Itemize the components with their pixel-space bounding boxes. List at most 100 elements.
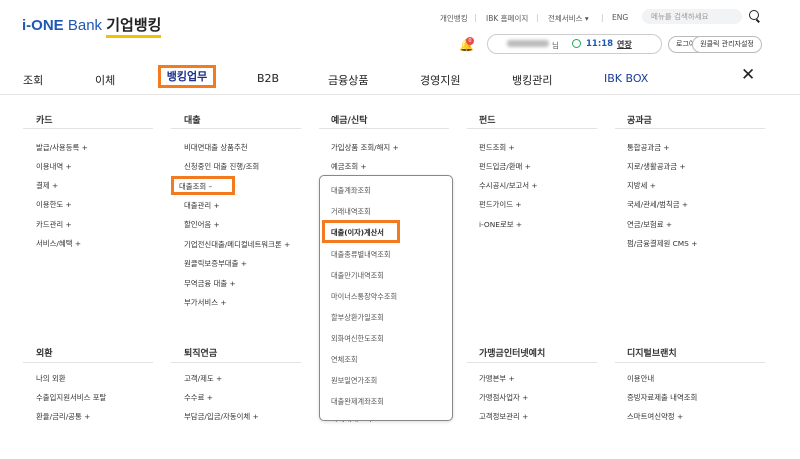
menu-heading-fund: 펀드 [479,116,496,126]
menu-item[interactable]: 발급/사용등록 + [36,142,88,153]
notification-badge: 0 [466,37,474,45]
menu-heading-pension: 퇴직연금 [184,349,218,359]
submenu-item[interactable]: 대출만기내역조회 [331,271,384,281]
column-divider [171,362,301,363]
menu-item[interactable]: 고객/제도 + [184,373,222,384]
gnb-item-banking-admin[interactable]: 뱅킹관리 [512,72,552,88]
submenu-item[interactable]: 원보일연가조회 [331,376,377,386]
search-icon[interactable] [749,10,759,20]
admin-setting-button[interactable]: 원클릭 관리자설정 [692,36,762,53]
menu-heading-deposit: 예금/신탁 [331,116,368,126]
menu-item[interactable]: 이용한도 + [36,199,72,210]
menu-item[interactable]: 지방세 + [627,180,656,191]
masked-username [507,40,549,47]
menu-item[interactable]: 부가서비스 + [184,297,227,308]
logo-bank: Bank [67,17,103,34]
column-divider [615,362,765,363]
menu-item[interactable]: 지로/생활공과금 + [627,161,686,172]
column-divider [467,128,597,129]
util-separator: | [536,13,539,22]
submenu-item[interactable]: 대출완제계좌조회 [331,397,384,407]
gnb-divider [0,94,800,95]
bell-icon[interactable]: 🔔 0 [459,37,474,52]
menu-item[interactable]: 할인어음 + [184,219,220,230]
menu-item[interactable]: 무역금융 대출 + [184,278,236,289]
gnb-item-ibkbox[interactable]: IBK BOX [604,72,648,85]
menu-item[interactable]: 연금/보험료 + [627,219,672,230]
menu-heading-franchise: 가맹금인터넷예치 [479,349,546,359]
menu-item[interactable]: 통합공과금 + [627,142,670,153]
menu-item[interactable]: 환율/금리/공통 + [36,411,90,422]
menu-item[interactable]: 결제 + [36,180,58,191]
menu-item[interactable]: 나의 외환 [36,373,66,384]
util-separator: | [601,13,604,22]
submenu-item[interactable]: 거래내역조회 [331,207,371,217]
gnb-item-banking-active[interactable]: 뱅킹업무 [158,65,216,88]
menu-heading-fx: 외환 [36,349,53,359]
menu-item[interactable]: 펌/금융결제원 CMS + [627,238,697,249]
menu-item[interactable]: 카드관리 + [36,219,72,230]
gnb-item-inquiry[interactable]: 조회 [23,72,43,88]
menu-item[interactable]: 서비스/혜택 + [36,238,81,249]
highlight-box-loan-inquiry [171,176,235,195]
menu-item[interactable]: 수수료 + [184,392,213,403]
gnb-item-transfer[interactable]: 이체 [95,72,115,88]
menu-item[interactable]: 펀드입금/환매 + [479,161,531,172]
column-divider [23,362,153,363]
menu-item[interactable]: 이용내역 + [36,161,72,172]
gnb-item-b2b[interactable]: B2B [257,72,279,85]
gnb-item-products[interactable]: 금융상품 [328,72,368,88]
submenu-item[interactable]: 할부상환가일조회 [331,313,384,323]
column-divider [467,362,597,363]
menu-item[interactable]: 이용안내 [627,373,654,384]
menu-item[interactable]: 신청중인 대출 진행/조회 [184,161,259,172]
menu-search-input[interactable]: 메뉴를 검색하세요 [642,9,742,24]
menu-item[interactable]: 수출입지원서비스 포탈 [36,392,106,403]
menu-item[interactable]: 대출관리 + [184,200,220,211]
column-divider [23,128,153,129]
menu-item[interactable]: 비대면대출 상품추천 [184,142,248,153]
user-suffix: 님 [552,41,559,50]
menu-item[interactable]: 수시공시/보고서 + [479,180,538,191]
menu-heading-utility: 공과금 [627,116,652,126]
column-divider [171,128,301,129]
menu-item[interactable]: 국세/관세/범칙금 + [627,199,688,210]
timer-icon [572,39,581,48]
menu-item[interactable]: 증빙자료제출 내역조회 [627,392,697,403]
menu-heading-digital: 디지털브랜치 [627,349,677,359]
menu-item[interactable]: 가입상품 조회/해지 + [331,142,399,153]
logo-corp: 기업뱅킹 [106,17,162,38]
menu-heading-loan: 대출 [184,116,201,126]
extend-session-button[interactable]: 연장 [617,39,632,50]
menu-item[interactable]: 기업전신대출/메디컬네트워크론 + [184,239,290,250]
menu-item[interactable]: i-ONE로보 + [479,219,522,230]
highlight-box-interest-statement [322,220,400,243]
menu-item[interactable]: 부담금/입금/자동이체 + [184,411,259,422]
menu-item[interactable]: 원클릭보증부대출 + [184,258,247,269]
util-link-allservices[interactable]: 전체서비스 ▾ [548,13,589,24]
util-link-personal[interactable]: 개인뱅킹 [440,13,468,24]
session-timer: 11:18 [586,39,614,49]
logo-ione: i-ONE [22,17,64,34]
menu-item[interactable]: 스마트여신약정 + [627,411,683,422]
gnb-item-management[interactable]: 경영지원 [420,72,460,88]
submenu-item[interactable]: 대출종류별내역조회 [331,250,391,260]
submenu-item[interactable]: 외화여신한도조회 [331,334,384,344]
column-divider [615,128,765,129]
submenu-item[interactable]: 대출계좌조회 [331,186,371,196]
menu-item[interactable]: 예금조회 + [331,161,367,172]
bank-logo[interactable]: i-ONE Bank 기업뱅킹 [22,14,162,38]
util-link-homepage[interactable]: IBK 홈페이지 [486,13,528,24]
close-icon[interactable]: ✕ [741,67,755,84]
menu-item[interactable]: 고객정보관리 + [479,411,528,422]
menu-item[interactable]: 펀드가이드 + [479,199,522,210]
column-divider [319,128,449,129]
submenu-item[interactable]: 마이너스통장약수조회 [331,292,397,302]
util-link-eng[interactable]: ENG [612,13,628,22]
menu-item[interactable]: 펀드조회 + [479,142,515,153]
util-separator: | [474,13,477,22]
submenu-item[interactable]: 연체조회 [331,355,357,365]
menu-item[interactable]: 가맹점사업자 + [479,392,528,403]
menu-item[interactable]: 가맹본부 + [479,373,515,384]
menu-heading-card: 카드 [36,116,53,126]
